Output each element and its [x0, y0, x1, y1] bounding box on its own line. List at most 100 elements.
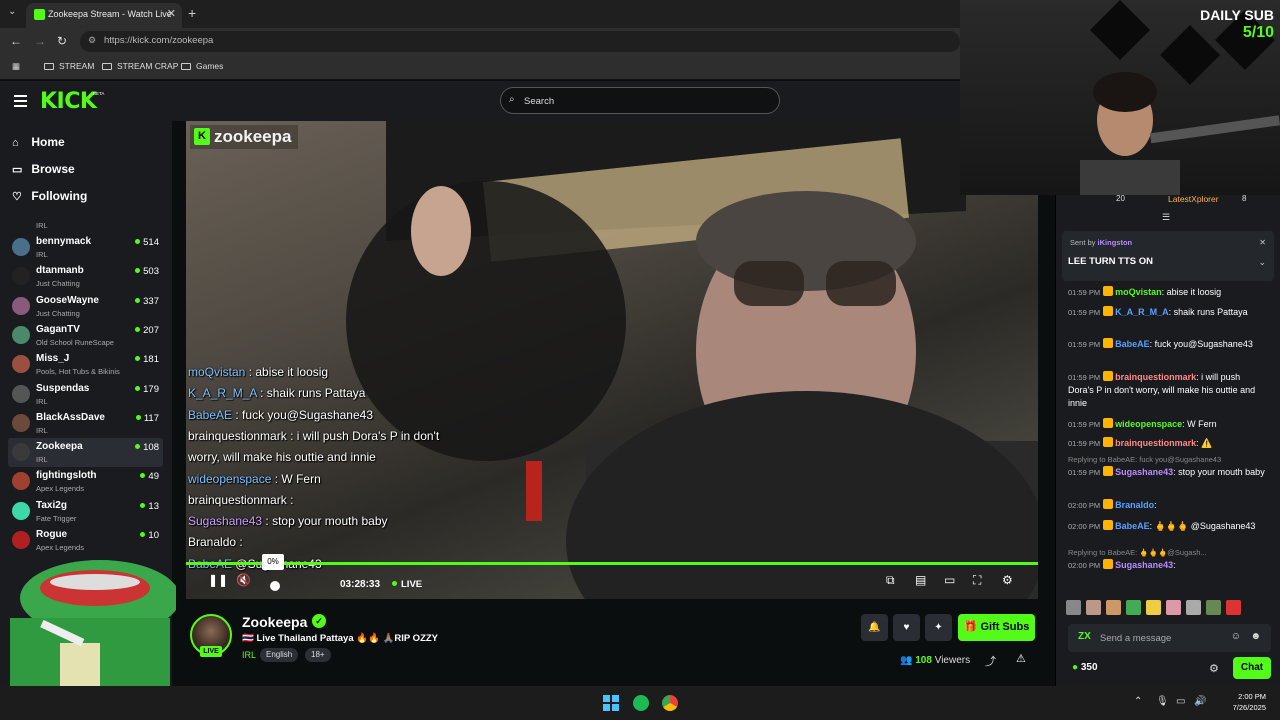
back-arrow-icon[interactable]: ← — [10, 34, 22, 48]
sidebar-channel-miss_j[interactable]: Miss_J Pools, Hot Tubs & Bikinis 181 — [8, 350, 163, 379]
bookmark-stream[interactable]: STREAM — [44, 61, 94, 71]
forward-arrow-icon[interactable]: → — [34, 34, 46, 48]
channel-viewers: 181 — [135, 354, 159, 365]
follow-heart-button[interactable]: ♥ — [893, 614, 920, 641]
emote-icon[interactable] — [1166, 600, 1181, 615]
sidebar-channel-fightingsloth[interactable]: fightingsloth Apex Legends 49 — [8, 467, 163, 496]
sparkle-button[interactable]: ✦ — [925, 614, 952, 641]
channel-category: IRL — [36, 396, 48, 406]
pinned-sender-name[interactable]: iKingston — [1098, 238, 1133, 247]
reload-icon[interactable]: ↻ — [57, 34, 67, 48]
top-gifter-count: 8 — [1242, 194, 1247, 203]
browser-tab-active[interactable]: Zookeepa Stream - Watch Live ✕ — [26, 3, 182, 28]
network-icon[interactable]: ▭ — [1176, 696, 1185, 707]
site-info-icon[interactable]: ⚙ — [88, 35, 96, 46]
pause-icon[interactable]: ❚❚ — [208, 573, 228, 587]
tab-search-chevron-icon[interactable]: ⌄ — [8, 6, 16, 17]
channel-viewers: 49 — [140, 471, 159, 482]
nav-following[interactable]: ♡ Following — [12, 189, 87, 209]
emote-icon[interactable] — [1066, 600, 1081, 615]
chat-username[interactable]: wideopenspace — [1115, 419, 1182, 429]
chat-username[interactable]: BabeAE — [1115, 521, 1150, 531]
sidebar-channel-blackassdave[interactable]: BlackAssDave IRL 117 — [8, 409, 163, 438]
stream-category-link[interactable]: IRL — [242, 650, 256, 660]
smiley-icon[interactable]: ☻ — [1250, 631, 1261, 642]
settings-gear-icon[interactable]: ⚙ — [1002, 573, 1013, 587]
sidebar-channel-taxi2g[interactable]: Taxi2g Fate Trigger 13 — [8, 497, 163, 526]
sidebar-channel-dtanmanb[interactable]: dtanmanb Just Chatting 503 — [8, 262, 163, 291]
gift-subs-button[interactable]: 🎁 Gift Subs — [958, 614, 1035, 641]
chat-username[interactable]: Sugashane43 — [1115, 560, 1173, 570]
emote-picker-icon[interactable]: ☺ — [1231, 631, 1241, 642]
bookmark-stream-crap[interactable]: STREAM CRAP — [102, 61, 178, 71]
chat-settings-gear-icon[interactable]: ⚙ — [1209, 662, 1219, 675]
emote-icon[interactable] — [1126, 600, 1141, 615]
emote-icon[interactable] — [1086, 600, 1101, 615]
apps-grid-icon[interactable]: ▦ — [12, 61, 20, 72]
progress-bar[interactable] — [186, 562, 1038, 565]
top-gifter-name[interactable]: LatestXplorer — [1168, 194, 1219, 204]
windows-start-icon[interactable] — [603, 695, 619, 711]
sidebar-channel-suspendas[interactable]: Suspendas IRL 179 — [8, 380, 163, 409]
chat-username[interactable]: moQvistan — [1115, 287, 1162, 297]
tray-chevron-icon[interactable]: ⌃ — [1134, 696, 1142, 707]
chat-message-input[interactable]: ZX Send a message ☺ ☻ — [1068, 624, 1271, 652]
tab-close-button[interactable]: ✕ — [167, 7, 176, 20]
channel-points[interactable]: ● 350 — [1072, 662, 1098, 673]
notification-bell-button[interactable]: 🔔 — [861, 614, 888, 641]
streamer-name[interactable]: Zookeepa — [242, 614, 307, 630]
channel-avatar — [12, 325, 30, 344]
clock[interactable]: 2:00 PM 7/26/2025 — [1233, 691, 1266, 713]
clip-icon[interactable]: ▤ — [915, 573, 926, 587]
kick-emote-icon[interactable]: ZX — [1078, 631, 1091, 642]
kick-logo[interactable]: KICK — [40, 89, 97, 114]
emote-icon[interactable] — [1146, 600, 1161, 615]
spotify-icon[interactable] — [633, 695, 649, 711]
tag-mature[interactable]: 18+ — [305, 648, 331, 662]
chat-send-button[interactable]: Chat — [1233, 657, 1271, 679]
url-field[interactable]: ⚙ https://kick.com/zookeepa — [80, 31, 960, 52]
chat-username[interactable]: K_A_R_M_A — [1115, 307, 1169, 317]
mute-icon[interactable]: 🔇 — [236, 573, 251, 587]
channel-category: IRL — [36, 425, 48, 435]
chat-username[interactable]: BabeAE — [1115, 339, 1150, 349]
gift-icon: 🎁 — [963, 621, 978, 633]
sidebar-channel-bennymack[interactable]: bennymack IRL 514 — [8, 233, 163, 262]
chat-username[interactable]: brainquestionmark — [1115, 372, 1196, 382]
nav-label: Following — [31, 189, 88, 203]
tag-language[interactable]: English — [260, 648, 299, 662]
report-warning-icon[interactable]: ⚠ — [1016, 652, 1026, 665]
sidebar-channel-gagantv[interactable]: GaganTV Old School RuneScape 207 — [8, 321, 163, 350]
chat-message: 02:00 PM BabeAE: 🖕🖕🖕 @Sugashane43 — [1068, 520, 1268, 533]
chat-username[interactable]: brainquestionmark — [1115, 438, 1196, 448]
chat-username[interactable]: Sugashane43 — [1115, 467, 1173, 477]
emote-icon[interactable] — [1106, 600, 1121, 615]
chrome-icon[interactable] — [662, 695, 678, 711]
nav-home[interactable]: ⌂ Home — [12, 135, 65, 155]
share-icon[interactable]: ⤴ — [985, 653, 996, 669]
bookmark-games[interactable]: Games — [181, 61, 223, 71]
video-player[interactable]: K zookeepa moQvistan : abise it loosig K_… — [186, 121, 1038, 599]
theater-mode-icon[interactable]: ▭ — [944, 573, 955, 587]
sidebar-channel-zookeepa[interactable]: Zookeepa IRL 108 — [8, 438, 163, 468]
speaker-icon[interactable]: 🔊 — [1194, 696, 1206, 707]
emote-icon[interactable] — [1226, 600, 1241, 615]
sidebar-channel-goosewayne[interactable]: GooseWayne Just Chatting 337 — [8, 292, 163, 321]
chat-reply-context[interactable]: Replying to BabeAE: 🖕🖕🖕@Sugash... — [1068, 548, 1207, 557]
chat-username[interactable]: Branaldo — [1115, 500, 1154, 510]
microphone-icon[interactable]: 🎙 — [1156, 696, 1169, 707]
unpin-icon[interactable]: ✕ — [1259, 238, 1266, 247]
mini-player-icon[interactable]: ⧉ — [886, 573, 895, 588]
nav-label: Browse — [31, 162, 75, 176]
chat-reply-context[interactable]: Replying to BabeAE: fuck you@Sugashane43 — [1068, 455, 1221, 464]
chat-message: 02:00 PM Sugashane43: — [1068, 559, 1268, 572]
search-input[interactable]: ⌕ Search — [500, 87, 780, 114]
nav-browse[interactable]: ▭ Browse — [12, 162, 75, 182]
menu-hamburger-icon[interactable] — [14, 95, 27, 110]
emote-icon[interactable] — [1206, 600, 1221, 615]
new-tab-button[interactable]: + — [188, 5, 196, 21]
chevron-down-icon[interactable]: ⌄ — [1258, 257, 1266, 268]
fullscreen-icon[interactable]: ⛶ — [973, 573, 981, 588]
emote-icon[interactable] — [1186, 600, 1201, 615]
chat-filter-icon[interactable]: ☰ — [1162, 212, 1170, 223]
